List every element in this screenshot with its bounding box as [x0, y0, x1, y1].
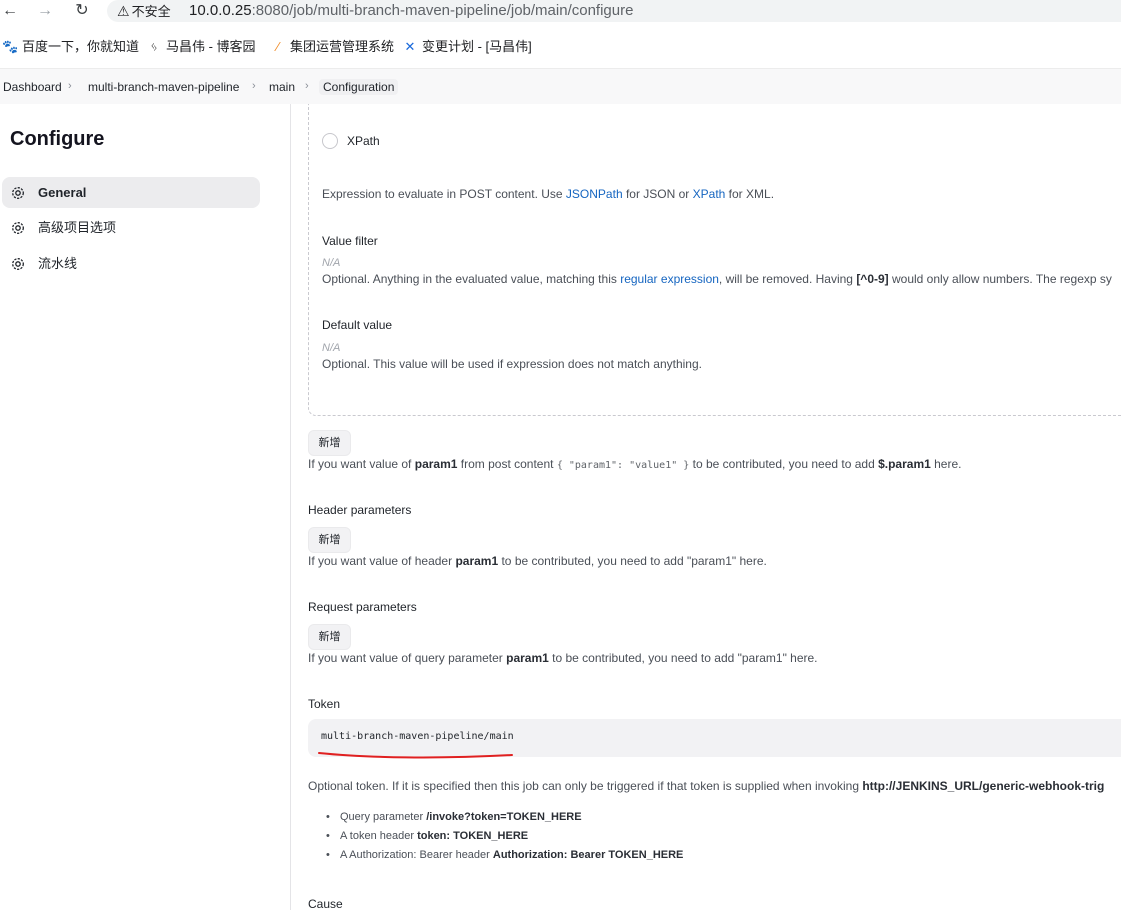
param-name: param1: [414, 457, 458, 471]
address-bar[interactable]: ⚠ 不安全 10.0.0.25:8080/job/multi-branch-mav…: [107, 0, 1121, 22]
help-text: would only allow numbers. The regexp sy: [888, 272, 1112, 286]
sidebar-divider: [290, 104, 291, 910]
help-text: A token header: [340, 830, 418, 842]
chevron-right-icon: ›: [305, 80, 309, 92]
token-label: Token: [308, 697, 341, 711]
help-text: Optional token. If it is specified then …: [308, 779, 863, 793]
default-value-input[interactable]: N/A: [322, 342, 340, 354]
list-item: Query parameter /invoke?token=TOKEN_HERE: [326, 808, 683, 827]
request-params-label: Request parameters: [308, 600, 417, 614]
usage-example: /invoke?token=TOKEN_HERE: [426, 811, 582, 823]
help-text: for XML.: [725, 187, 775, 201]
default-value-help: Optional. This value will be used if exp…: [322, 357, 702, 371]
sidebar-item-label: 高级项目选项: [38, 220, 117, 235]
header-params-label: Header parameters: [308, 503, 412, 517]
bookmark-ops[interactable]: ⁄ 集团运营管理系统: [270, 37, 394, 57]
header-params-help: If you want value of header param1 to be…: [308, 553, 767, 569]
xpath-link[interactable]: XPath: [693, 187, 726, 201]
url-host: 10.0.0.25: [189, 2, 252, 19]
help-text: A Authorization: Bearer header: [340, 849, 493, 861]
reload-icon[interactable]: ↻: [72, 1, 92, 21]
paw-icon: 🐾: [2, 39, 19, 54]
help-text: here.: [930, 457, 962, 471]
help-text: If you want value of query parameter: [308, 651, 507, 665]
sidebar-item-general[interactable]: General: [2, 177, 260, 208]
gear-icon: [12, 187, 24, 199]
help-text: to be contributed, you need to add "para…: [548, 651, 818, 665]
bookmark-cnblogs[interactable]: ᛃ 马昌伟 - 博客园: [146, 37, 256, 57]
list-item: A Authorization: Bearer header Authoriza…: [326, 846, 683, 865]
warning-icon: ⚠: [117, 3, 130, 19]
token-value: multi-branch-maven-pipeline/main: [321, 731, 514, 742]
bookmark-baidu[interactable]: 🐾 百度一下，你就知道: [2, 37, 139, 57]
forward-icon[interactable]: →: [35, 1, 55, 21]
xpath-radio-label[interactable]: XPath: [347, 133, 380, 149]
token-help: Optional token. If it is specified then …: [308, 778, 1104, 794]
jsonpath-link[interactable]: JSONPath: [566, 187, 623, 201]
jsonpath-expression: $.param1: [878, 457, 931, 471]
breadcrumb-dashboard[interactable]: Dashboard: [3, 79, 62, 95]
breadcrumb-configuration[interactable]: Configuration: [319, 79, 399, 95]
sidebar-item-pipeline[interactable]: 流水线: [2, 248, 260, 279]
xpath-radio[interactable]: [322, 133, 338, 149]
post-param-help: If you want value of param1 from post co…: [308, 456, 961, 474]
help-text: Optional. Anything in the evaluated valu…: [322, 272, 621, 286]
help-text: , will be removed. Having: [718, 272, 857, 286]
breadcrumb: Dashboard › multi-branch-maven-pipeline …: [0, 68, 1121, 104]
back-icon[interactable]: ←: [0, 1, 20, 21]
usage-example: token: TOKEN_HERE: [417, 830, 529, 842]
bookmark-label: 百度一下，你就知道: [22, 39, 140, 54]
value-filter-input[interactable]: N/A: [322, 257, 340, 269]
url-text[interactable]: 10.0.0.25:8080/job/multi-branch-maven-pi…: [189, 0, 633, 21]
default-value-label: Default value: [322, 318, 393, 332]
url-path: :8080/job/multi-branch-maven-pipeline/jo…: [251, 2, 634, 19]
bookmark-label: 马昌伟 - 博客园: [166, 39, 256, 54]
value-filter-label: Value filter: [322, 234, 378, 248]
bookmark-label: 变更计划 - [马昌伟]: [422, 39, 532, 54]
request-params-help: If you want value of query parameter par…: [308, 650, 818, 666]
add-request-param-button[interactable]: 新增: [308, 624, 351, 650]
chevron-right-icon: ›: [68, 80, 72, 92]
bookmarks-bar: 🐾 百度一下，你就知道 ᛃ 马昌伟 - 博客园 ⁄ 集团运营管理系统 ✕ 变更计划 - …: [0, 33, 1121, 61]
help-text: to be contributed, you need to add: [689, 457, 879, 471]
param-name: param1: [506, 651, 549, 665]
usage-example: Authorization: Bearer TOKEN_HERE: [492, 849, 684, 861]
json-example: { "param1": "value1" }: [556, 460, 690, 471]
red-annotation-underline: [318, 752, 513, 759]
breadcrumb-job[interactable]: multi-branch-maven-pipeline: [88, 79, 239, 95]
help-text: Expression to evaluate in POST content. …: [322, 187, 566, 201]
sidebar-item-advanced[interactable]: 高级项目选项: [2, 212, 260, 243]
security-indicator[interactable]: ⚠ 不安全: [117, 1, 171, 22]
help-text: for JSON or: [622, 187, 693, 201]
token-usage-list: Query parameter /invoke?token=TOKEN_HERE…: [326, 808, 683, 865]
help-text: from post content: [457, 457, 557, 471]
insecure-label: 不安全: [131, 4, 171, 19]
bookmark-change-plan[interactable]: ✕ 变更计划 - [马昌伟]: [402, 37, 532, 57]
help-text: If you want value of: [308, 457, 415, 471]
cnblogs-icon: ᛃ: [150, 39, 158, 54]
sidebar-item-label: 流水线: [38, 256, 78, 271]
value-filter-help: Optional. Anything in the evaluated valu…: [322, 271, 1112, 287]
gear-icon: [12, 258, 24, 270]
confluence-icon: ✕: [404, 39, 416, 54]
bookmark-label: 集团运营管理系统: [290, 39, 395, 54]
help-text: to be contributed, you need to add "para…: [498, 554, 767, 568]
breadcrumb-branch[interactable]: main: [269, 79, 295, 95]
regex-link[interactable]: regular expression: [620, 272, 719, 286]
list-item: A token header token: TOKEN_HERE: [326, 827, 683, 846]
add-post-param-button[interactable]: 新增: [308, 430, 351, 456]
webhook-url: http://JENKINS_URL/generic-webhook-trig: [862, 779, 1105, 793]
param-name: param1: [455, 554, 499, 568]
chevron-right-icon: ›: [252, 80, 256, 92]
add-header-param-button[interactable]: 新增: [308, 527, 351, 553]
page-title: Configure: [10, 128, 105, 150]
chart-icon: ⁄: [276, 39, 280, 54]
regex-example: [^0-9]: [856, 272, 889, 286]
sidebar-item-label: General: [38, 185, 87, 200]
browser-toolbar: ← → ↻ ⚠ 不安全 10.0.0.25:8080/job/multi-bran…: [0, 0, 1121, 22]
help-text: Query parameter: [340, 811, 427, 823]
gear-icon: [12, 222, 24, 234]
help-text: If you want value of header: [308, 554, 456, 568]
expression-help: Expression to evaluate in POST content. …: [322, 186, 774, 202]
